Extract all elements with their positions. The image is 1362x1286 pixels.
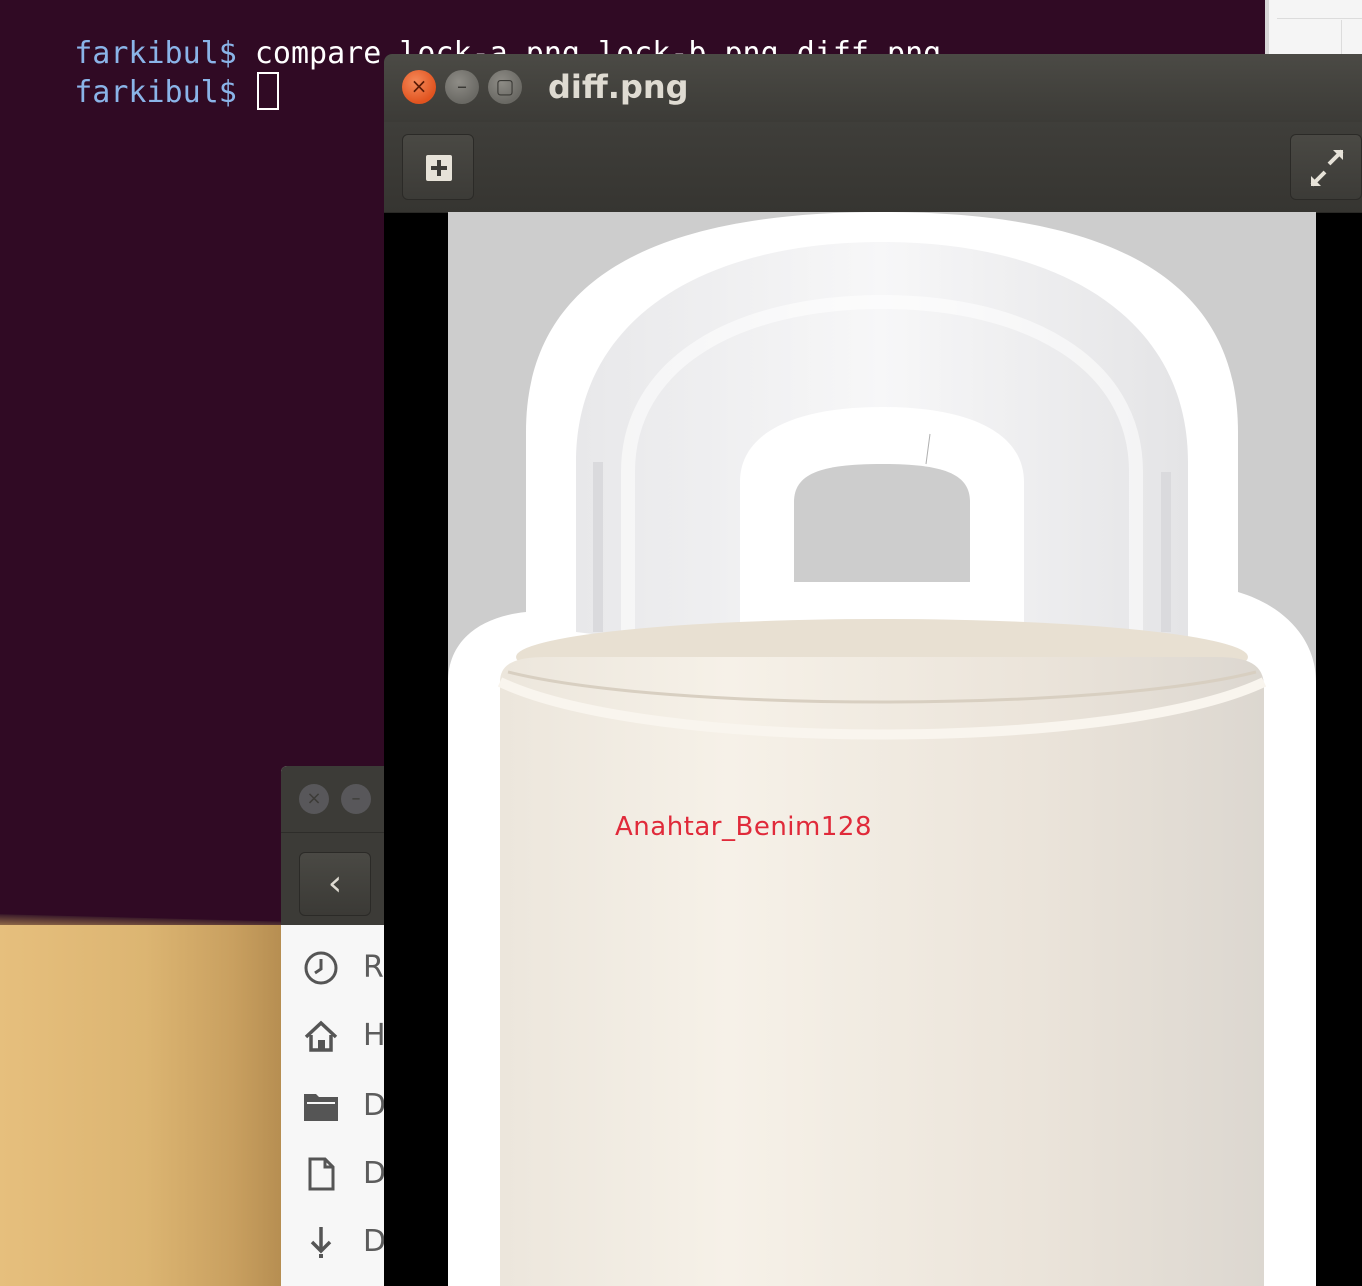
sidebar-item-label: D (363, 1088, 387, 1123)
fullscreen-icon (1310, 149, 1344, 187)
sidebar-item-label: R (363, 950, 384, 985)
maximize-icon[interactable]: ▢ (488, 70, 522, 104)
terminal-cursor (256, 72, 279, 110)
back-button[interactable]: ‹ (299, 852, 371, 916)
image-viewer-window[interactable]: × – ▢ diff.png Anahtar_Benim128 (384, 54, 1362, 1286)
sidebar-item-label: D (363, 1156, 387, 1191)
file-manager-window[interactable]: × – ‹ R H D D D (281, 766, 401, 1286)
download-icon (310, 1227, 332, 1258)
viewer-toolbar (384, 122, 1362, 213)
minimize-icon[interactable]: – (341, 784, 371, 814)
clock-icon (304, 951, 338, 985)
close-icon[interactable]: × (402, 70, 436, 104)
close-icon[interactable]: × (299, 784, 329, 814)
image-canvas[interactable]: Anahtar_Benim128 (448, 212, 1316, 1286)
sidebar-item-label: H (363, 1018, 386, 1053)
viewer-titlebar[interactable]: × – ▢ diff.png (384, 54, 1362, 122)
fullscreen-button[interactable] (1290, 134, 1362, 200)
terminal-prompt: farkibul$ (74, 75, 237, 110)
add-icon (426, 155, 452, 181)
file-manager-titlebar[interactable]: × – (281, 766, 401, 832)
gallery-button[interactable] (402, 134, 474, 200)
document-icon (308, 1157, 335, 1191)
diff-highlight-text: Anahtar_Benim128 (615, 812, 872, 842)
lock-diff-image (448, 212, 1316, 1286)
minimize-icon[interactable]: – (445, 70, 479, 104)
background-window-edge (1265, 0, 1362, 54)
terminal-line-2: farkibul$ (2, 36, 279, 147)
folder-icon (304, 1094, 338, 1121)
terminal-command (237, 75, 255, 110)
desktop-wallpaper (0, 925, 290, 1286)
home-icon (304, 1020, 338, 1052)
chevron-left-icon: ‹ (327, 863, 343, 904)
window-title: diff.png (548, 68, 689, 106)
sidebar-item-label: D (363, 1224, 387, 1259)
